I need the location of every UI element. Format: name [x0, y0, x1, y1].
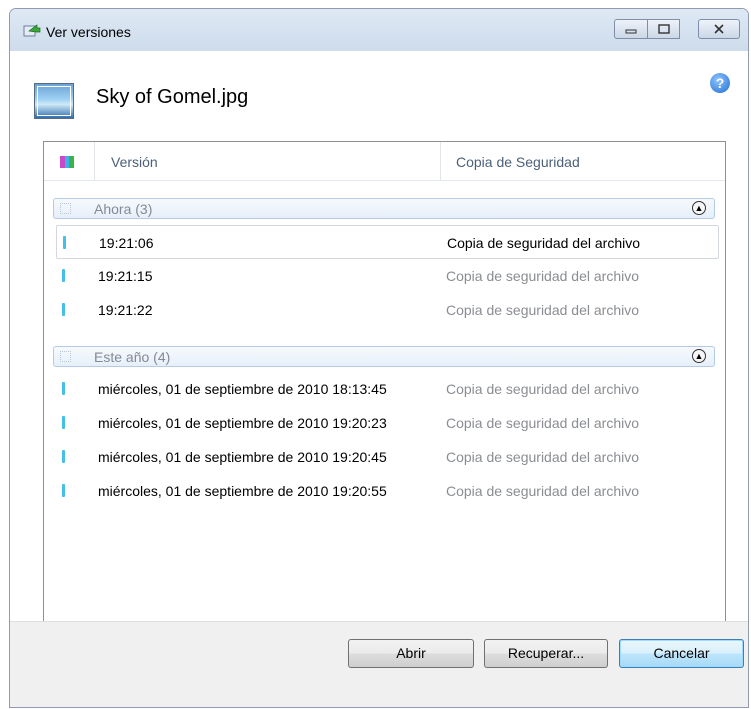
version-backup-type: Copia de seguridad del archivo: [446, 483, 640, 499]
version-row[interactable]: 19:21:22 Copia de seguridad del archivo: [56, 293, 719, 327]
maximize-button[interactable]: [648, 19, 680, 39]
version-backup-type: Copia de seguridad del archivo: [447, 235, 641, 251]
column-header-version[interactable]: Versión: [111, 154, 158, 170]
version-time: 19:21:15: [98, 268, 153, 284]
column-picker-icon[interactable]: [60, 156, 75, 168]
minimize-icon: [625, 29, 637, 34]
group-header-this-year[interactable]: Este año (4) ▲: [53, 346, 715, 367]
collapse-group-icon[interactable]: ▲: [692, 201, 706, 215]
minimize-button[interactable]: [614, 19, 648, 39]
image-file-icon: [34, 83, 74, 119]
version-row[interactable]: 19:21:15 Copia de seguridad del archivo: [56, 259, 719, 293]
version-row[interactable]: 19:21:06 Copia de seguridad del archivo: [56, 225, 719, 259]
version-backup-type: Copia de seguridad del archivo: [446, 302, 640, 318]
version-marker-icon: [62, 303, 65, 316]
version-date: miércoles, 01 de septiembre de 2010 19:2…: [98, 415, 387, 431]
close-icon: [714, 24, 724, 34]
version-marker-icon: [62, 382, 65, 395]
header-separator: [94, 142, 95, 180]
version-backup-type: Copia de seguridad del archivo: [446, 268, 640, 284]
version-date: miércoles, 01 de septiembre de 2010 19:2…: [98, 449, 387, 465]
group-header-now[interactable]: Ahora (3) ▲: [53, 198, 715, 219]
version-backup-type: Copia de seguridad del archivo: [446, 449, 640, 465]
recover-button[interactable]: Recuperar...: [484, 639, 608, 668]
version-marker-icon: [62, 416, 65, 429]
file-name: Sky of Gomel.jpg: [96, 86, 249, 108]
cancel-button[interactable]: Cancelar: [619, 639, 744, 668]
list-header: Versión Copia de Seguridad: [44, 142, 725, 181]
version-row[interactable]: miércoles, 01 de septiembre de 2010 19:2…: [56, 406, 719, 440]
maximize-icon: [657, 24, 670, 34]
version-row[interactable]: miércoles, 01 de septiembre de 2010 19:2…: [56, 474, 719, 508]
version-time: 19:21:22: [98, 302, 153, 318]
version-row[interactable]: miércoles, 01 de septiembre de 2010 19:2…: [56, 440, 719, 474]
group-label: Este año (4): [94, 349, 171, 365]
column-header-backup[interactable]: Copia de Seguridad: [456, 154, 580, 170]
version-marker-icon: [63, 236, 66, 249]
version-marker-icon: [62, 269, 65, 282]
help-icon[interactable]: ?: [710, 73, 730, 93]
close-button[interactable]: [698, 19, 740, 39]
group-icon: [60, 351, 71, 362]
title-bar: Ver versiones: [10, 9, 748, 51]
versions-dialog: Ver versiones Sky of Gomel.jpg ? Versión…: [9, 8, 749, 708]
version-time: 19:21:06: [99, 235, 154, 251]
version-date: miércoles, 01 de septiembre de 2010 18:1…: [98, 381, 387, 397]
group-icon: [60, 203, 71, 214]
dialog-body: Sky of Gomel.jpg ? Versión Copia de Segu…: [10, 51, 748, 623]
button-bar: Abrir Recuperar... Cancelar: [10, 621, 748, 707]
version-marker-icon: [62, 450, 65, 463]
restore-arrow-icon: [23, 24, 41, 37]
collapse-group-icon[interactable]: ▲: [692, 349, 706, 363]
version-backup-type: Copia de seguridad del archivo: [446, 415, 640, 431]
version-backup-type: Copia de seguridad del archivo: [446, 381, 640, 397]
version-marker-icon: [62, 484, 65, 497]
versions-list[interactable]: Versión Copia de Seguridad Ahora (3) ▲ 1…: [43, 141, 726, 623]
open-button[interactable]: Abrir: [348, 639, 474, 668]
version-row[interactable]: miércoles, 01 de septiembre de 2010 18:1…: [56, 372, 719, 406]
version-date: miércoles, 01 de septiembre de 2010 19:2…: [98, 483, 387, 499]
group-label: Ahora (3): [94, 201, 153, 217]
window-title: Ver versiones: [46, 24, 131, 40]
header-separator: [440, 142, 441, 180]
